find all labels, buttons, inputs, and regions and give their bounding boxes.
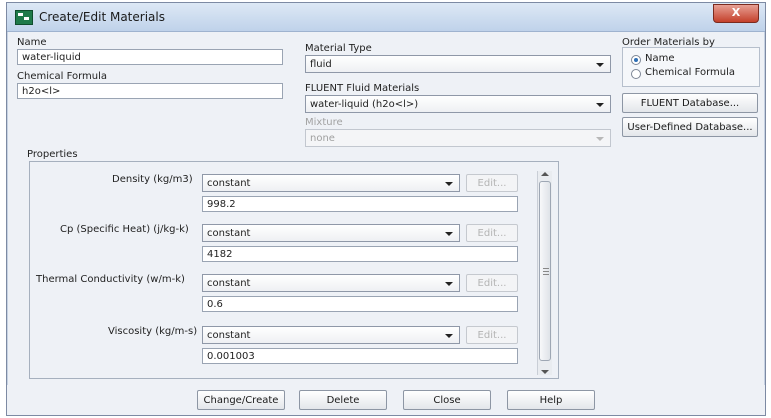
property-method-value: constant <box>207 278 251 289</box>
dropdown-arrow-icon <box>596 63 604 67</box>
property-label-density: Density (kg/m3) <box>112 174 193 185</box>
grip-line <box>543 271 549 272</box>
property-method-cp[interactable]: constant <box>202 224 460 242</box>
fluent-database-button[interactable]: FLUENT Database... <box>622 93 758 113</box>
property-method-value: constant <box>207 330 251 341</box>
order-by-formula-label: Chemical Formula <box>645 67 736 78</box>
scroll-down-icon[interactable] <box>541 370 549 374</box>
dropdown-arrow-icon <box>596 103 604 107</box>
material-type-value: fluid <box>310 59 332 70</box>
property-label-viscosity: Viscosity (kg/m-s) <box>108 326 198 337</box>
edit-button-viscosity[interactable]: Edit... <box>466 326 518 344</box>
user-defined-database-button[interactable]: User-Defined Database... <box>622 117 758 137</box>
mixture-label: Mixture <box>305 117 343 128</box>
property-method-value: constant <box>207 178 251 189</box>
close-icon[interactable]: X <box>713 4 759 23</box>
material-type-select[interactable]: fluid <box>305 55 611 73</box>
properties-scrollbar[interactable] <box>537 171 552 375</box>
property-value-density[interactable]: 998.2 <box>202 196 518 212</box>
material-type-label: Material Type <box>305 43 372 54</box>
property-value-viscosity[interactable]: 0.001003 <box>202 348 518 364</box>
scrollbar-thumb[interactable] <box>539 181 551 361</box>
property-value-cp[interactable]: 4182 <box>202 246 518 262</box>
help-button[interactable]: Help <box>507 390 595 410</box>
name-label: Name <box>17 37 47 48</box>
property-label-thermal-conductivity: Thermal Conductivity (w/m-k) <box>36 274 185 285</box>
mixture-select[interactable]: none <box>305 129 611 147</box>
fluent-materials-select[interactable]: water-liquid (h2o<l>) <box>305 95 611 113</box>
delete-button[interactable]: Delete <box>299 390 387 410</box>
dropdown-arrow-icon <box>445 232 453 236</box>
dropdown-arrow-icon <box>445 182 453 186</box>
order-by-name-label: Name <box>645 53 675 64</box>
properties-panel: Density (kg/m3) constant Edit... 998.2 C… <box>29 161 559 379</box>
scroll-up-icon[interactable] <box>541 172 549 176</box>
title-bar: Create/Edit Materials X <box>7 3 765 32</box>
order-by-formula-radio[interactable] <box>631 69 641 79</box>
property-method-thermal-conductivity[interactable]: constant <box>202 274 460 292</box>
change-create-button[interactable]: Change/Create <box>197 390 285 410</box>
fluent-materials-value: water-liquid (h2o<l>) <box>310 99 419 110</box>
chemical-formula-input[interactable]: h2o<l> <box>17 83 283 99</box>
grip-line <box>543 274 549 275</box>
order-by-name-radio[interactable] <box>631 55 641 65</box>
mixture-value: none <box>310 133 335 144</box>
property-value-thermal-conductivity[interactable]: 0.6 <box>202 296 518 312</box>
dropdown-arrow-icon <box>445 334 453 338</box>
edit-button-thermal-conductivity[interactable]: Edit... <box>466 274 518 292</box>
property-label-cp: Cp (Specific Heat) (j/kg-k) <box>60 224 189 235</box>
close-button[interactable]: Close <box>403 390 491 410</box>
properties-label: Properties <box>27 149 78 160</box>
property-method-density[interactable]: constant <box>202 174 460 192</box>
edit-button-cp[interactable]: Edit... <box>466 224 518 242</box>
property-method-value: constant <box>207 228 251 239</box>
bottom-button-bar: Change/Create Delete Close Help <box>7 385 765 415</box>
order-materials-group: Name Chemical Formula <box>622 47 760 87</box>
dropdown-arrow-icon <box>596 137 604 141</box>
name-input[interactable]: water-liquid <box>17 49 283 65</box>
fluent-materials-label: FLUENT Fluid Materials <box>305 83 420 94</box>
window-title: Create/Edit Materials <box>39 10 165 24</box>
property-method-viscosity[interactable]: constant <box>202 326 460 344</box>
create-edit-materials-window: Create/Edit Materials X Name water-liqui… <box>6 2 766 416</box>
app-icon <box>15 10 33 25</box>
chemical-formula-label: Chemical Formula <box>17 71 108 82</box>
grip-line <box>543 268 549 269</box>
dropdown-arrow-icon <box>445 282 453 286</box>
edit-button-density[interactable]: Edit... <box>466 174 518 192</box>
